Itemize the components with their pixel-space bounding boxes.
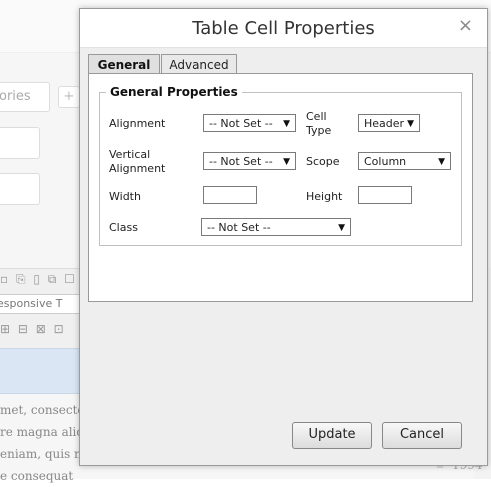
scope-label: Scope (306, 155, 340, 168)
cancel-button[interactable]: Cancel (382, 422, 462, 449)
width-label: Width (109, 190, 141, 203)
toolbar-icons-row: ▫ ⎘ ▯ ⧉ ☐ (0, 272, 77, 286)
cell-type-select[interactable]: Header ▼ (358, 114, 420, 132)
chevron-down-icon: ▼ (438, 157, 445, 167)
height-label: Height (306, 190, 343, 203)
cell-type-select-value: Header (364, 117, 405, 130)
vertical-alignment-select[interactable]: -- Not Set -- ▼ (203, 152, 296, 170)
add-category-button[interactable]: + (58, 86, 80, 108)
alignment-select-value: -- Not Set -- (209, 117, 273, 130)
width-input[interactable] (203, 186, 257, 204)
background-field[interactable] (0, 127, 40, 159)
paragraph-line: e consequat (0, 469, 74, 483)
chevron-down-icon: ▼ (407, 119, 414, 129)
toolbar-icons-row: ⊞ ⊟ ⊠ ⊡ (0, 322, 66, 336)
update-button[interactable]: Update (292, 422, 372, 449)
class-select[interactable]: -- Not Set -- ▼ (201, 218, 351, 236)
tab-advanced[interactable]: Advanced (161, 54, 237, 75)
scope-select[interactable]: Column ▼ (358, 152, 451, 170)
table-cell-properties-dialog: Table Cell Properties × General Advanced… (79, 8, 488, 466)
vertical-alignment-label: Vertical Alignment (109, 148, 166, 175)
paragraph-line: eniam, quis n (0, 447, 80, 461)
height-input[interactable] (358, 186, 412, 204)
general-properties-fieldset: General Properties Alignment -- Not Set … (99, 85, 462, 246)
fieldset-legend: General Properties (106, 85, 242, 99)
chevron-down-icon: ▼ (338, 223, 345, 233)
dialog-title: Table Cell Properties (192, 18, 375, 39)
paragraph-line: re magna aliq (0, 425, 80, 439)
category-input[interactable]: ories (0, 82, 50, 112)
close-icon[interactable]: × (458, 15, 473, 36)
general-tab-panel: General Properties Alignment -- Not Set … (88, 73, 473, 302)
cell-type-label: Cell Type (306, 110, 332, 137)
class-label: Class (109, 221, 138, 234)
paragraph-line: met, consecte (0, 403, 80, 417)
style-select[interactable]: esponsive T (0, 294, 80, 314)
vertical-alignment-select-value: -- Not Set -- (209, 155, 273, 168)
editor-paragraph: met, consecte re magna aliq eniam, quis … (0, 399, 80, 487)
alignment-label: Alignment (109, 117, 166, 130)
dialog-header: Table Cell Properties × (80, 9, 487, 48)
scope-select-value: Column (364, 155, 407, 168)
chevron-down-icon: ▼ (283, 157, 290, 167)
background-field[interactable] (0, 173, 40, 205)
class-select-value: -- Not Set -- (207, 221, 271, 234)
alignment-select[interactable]: -- Not Set -- ▼ (203, 114, 296, 132)
chevron-down-icon: ▼ (283, 119, 290, 129)
